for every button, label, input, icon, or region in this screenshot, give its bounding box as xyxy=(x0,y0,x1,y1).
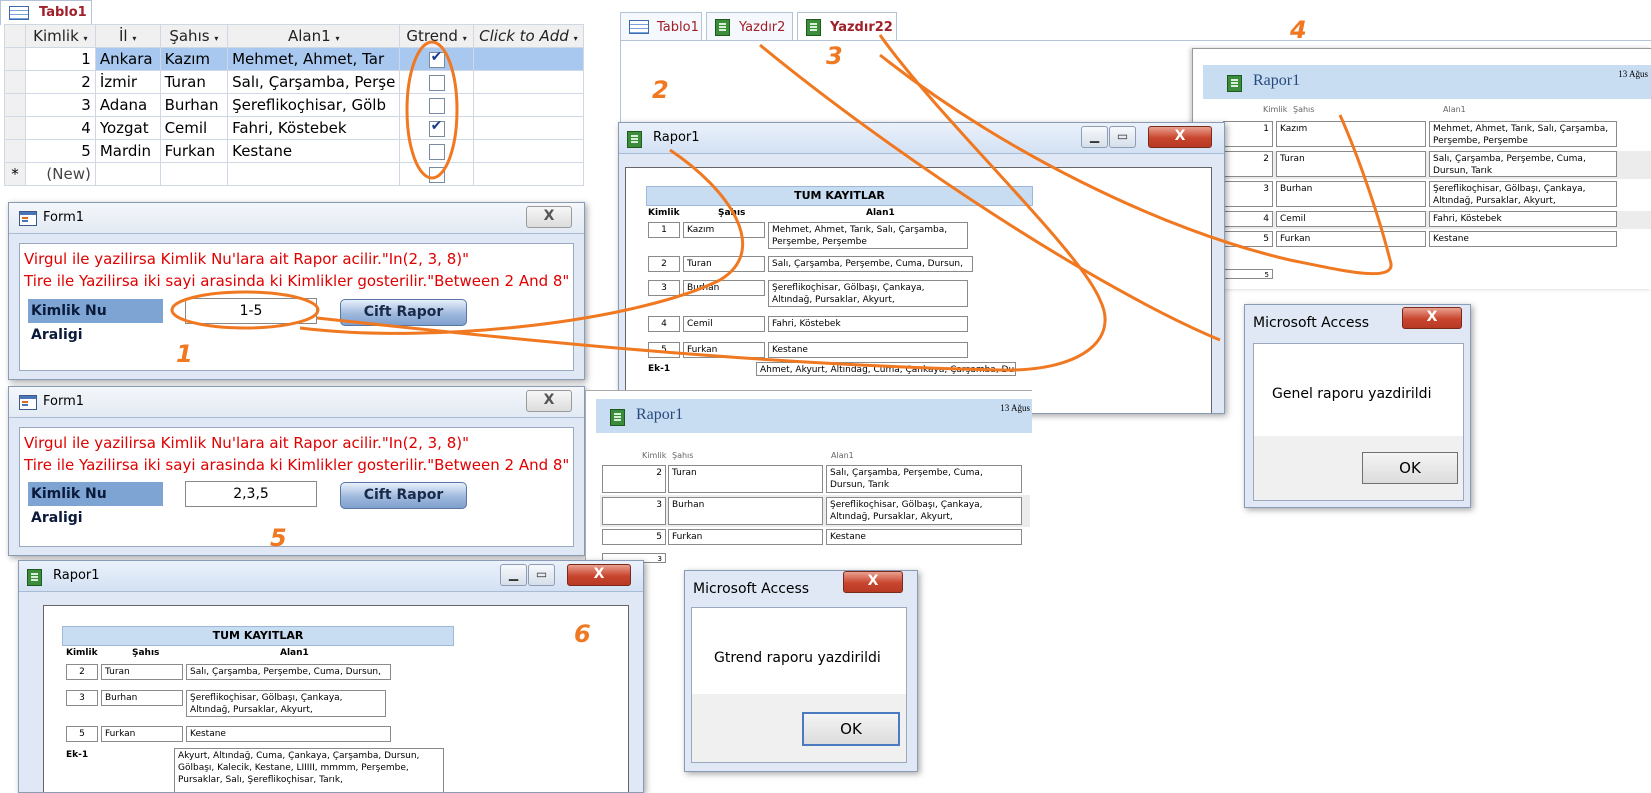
step-label-4: 4 xyxy=(1290,16,1307,44)
step-label-1: 1 xyxy=(176,340,193,368)
step-label-2: 2 xyxy=(652,76,669,104)
step-label-5: 5 xyxy=(270,524,287,552)
annotation-line xyxy=(759,43,1221,342)
annotation-overlay xyxy=(170,34,1393,372)
annotation-line xyxy=(316,34,1107,372)
step-label-6: 6 xyxy=(574,620,591,648)
step-label-3: 3 xyxy=(826,42,843,70)
range-input-highlight xyxy=(170,290,320,330)
annotation-line xyxy=(879,53,1393,276)
gtrend-column-highlight xyxy=(405,40,459,180)
annotation-line xyxy=(299,148,745,335)
